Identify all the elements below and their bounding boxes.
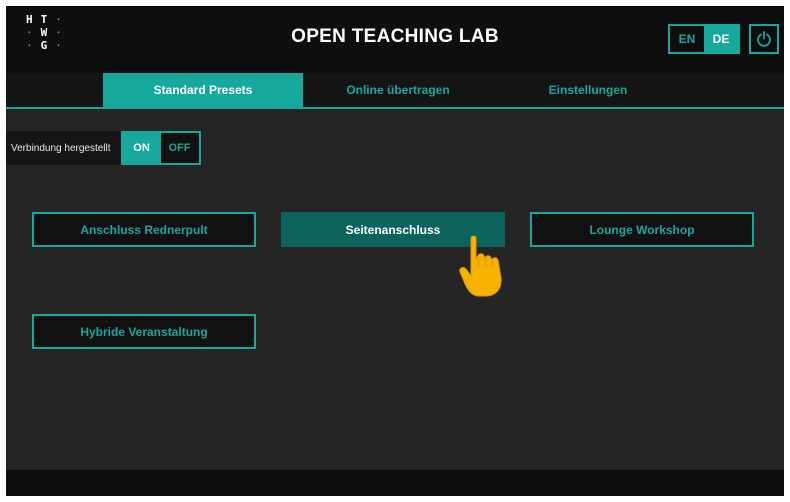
tab-einstellungen[interactable]: Einstellungen <box>493 73 683 107</box>
tab-bar: Standard Presets Online übertragen Einst… <box>6 73 784 109</box>
app-window: H T · · W · · G · OPEN TEACHING LAB EN DE Stan… <box>6 6 784 496</box>
tab-standard-presets[interactable]: Standard Presets <box>103 73 303 107</box>
power-button[interactable] <box>749 24 779 54</box>
connection-status: Verbindung hergestellt ON OFF <box>6 131 201 165</box>
language-switch: EN DE <box>668 24 740 54</box>
footer-bar <box>6 470 784 496</box>
hand-pointer-icon <box>459 235 502 297</box>
preset-anschluss-rednerpult[interactable]: Anschluss Rednerpult <box>32 212 256 247</box>
language-en-button[interactable]: EN <box>670 26 704 52</box>
preset-lounge-workshop[interactable]: Lounge Workshop <box>530 212 754 247</box>
toggle-on-option[interactable]: ON <box>122 133 161 163</box>
connection-toggle[interactable]: ON OFF <box>120 131 201 165</box>
preset-hybride-veranstaltung[interactable]: Hybride Veranstaltung <box>32 314 256 349</box>
tab-online-uebertragen[interactable]: Online übertragen <box>303 73 493 107</box>
toggle-off-option[interactable]: OFF <box>160 133 199 163</box>
header: H T · · W · · G · OPEN TEACHING LAB EN DE <box>6 6 784 73</box>
language-de-button[interactable]: DE <box>704 26 738 52</box>
power-icon <box>757 31 771 47</box>
connection-label: Verbindung hergestellt <box>6 131 121 165</box>
